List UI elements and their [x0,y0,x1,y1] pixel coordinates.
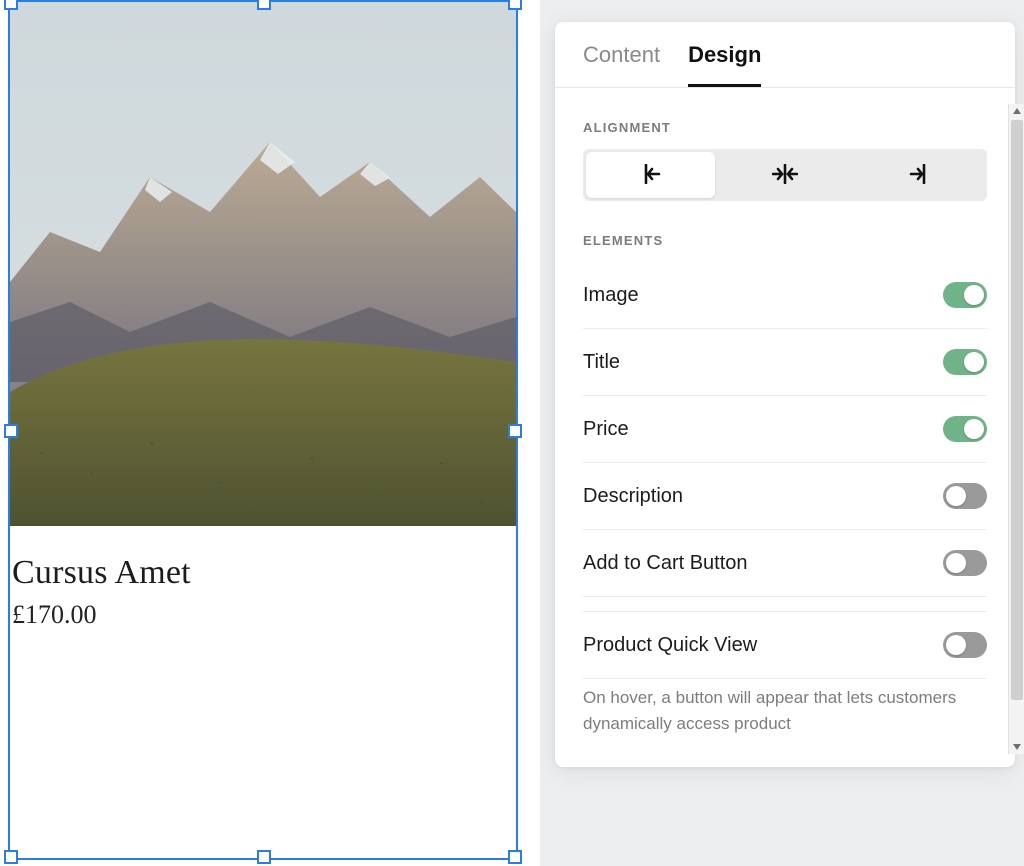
resize-handle-top-right[interactable] [508,0,522,10]
toggle-add-to-cart[interactable] [943,550,987,576]
element-label-title: Title [583,351,620,374]
section-label-elements: ELEMENTS [583,233,987,248]
canvas-area[interactable]: Cursus Amet £170.00 [0,0,540,866]
align-center-button[interactable] [718,149,853,201]
section-label-alignment: ALIGNMENT [583,120,987,135]
tab-content[interactable]: Content [583,42,660,87]
resize-handle-top-mid[interactable] [257,0,271,10]
element-label-add-to-cart: Add to Cart Button [583,552,748,575]
resize-handle-bottom-mid[interactable] [257,850,271,864]
toggle-title[interactable] [943,349,987,375]
quick-view-help-text: On hover, a button will appear that lets… [583,685,987,746]
align-right-icon [907,164,933,187]
element-row-price: Price [583,396,987,463]
product-title: Cursus Amet [12,554,516,592]
panel-body[interactable]: ALIGNMENT [555,88,1015,767]
resize-handle-bottom-left[interactable] [4,850,18,864]
align-left-icon [637,164,663,187]
selected-block[interactable]: Cursus Amet £170.00 [8,0,518,860]
settings-panel: Content Design ALIGNMENT [555,22,1015,767]
element-row-title: Title [583,329,987,396]
toggle-quick-view[interactable] [943,632,987,658]
scroll-thumb[interactable] [1011,120,1023,700]
product-price: £170.00 [12,600,516,630]
scroll-up-icon[interactable] [1012,106,1022,116]
tab-design[interactable]: Design [688,42,761,87]
align-right-button[interactable] [852,149,987,201]
align-center-icon [772,164,798,187]
toggle-image[interactable] [943,282,987,308]
element-label-description: Description [583,485,683,508]
element-label-price: Price [583,418,629,441]
element-row-description: Description [583,463,987,530]
element-row-add-to-cart: Add to Cart Button [583,530,987,597]
align-left-button[interactable] [586,152,715,198]
outer-scrollbar[interactable] [1008,104,1024,754]
element-row-image: Image [583,262,987,329]
resize-handle-mid-right[interactable] [508,424,522,438]
element-label-image: Image [583,284,639,307]
resize-handle-mid-left[interactable] [4,424,18,438]
panel-tabs: Content Design [555,22,1015,88]
resize-handle-top-left[interactable] [4,0,18,10]
scroll-down-icon[interactable] [1012,742,1022,752]
element-label-quick-view: Product Quick View [583,634,757,657]
resize-handle-bottom-right[interactable] [508,850,522,864]
toggle-price[interactable] [943,416,987,442]
product-image [10,2,516,526]
toggle-description[interactable] [943,483,987,509]
alignment-segmented [583,149,987,201]
element-row-quick-view: Product Quick View [583,611,987,679]
